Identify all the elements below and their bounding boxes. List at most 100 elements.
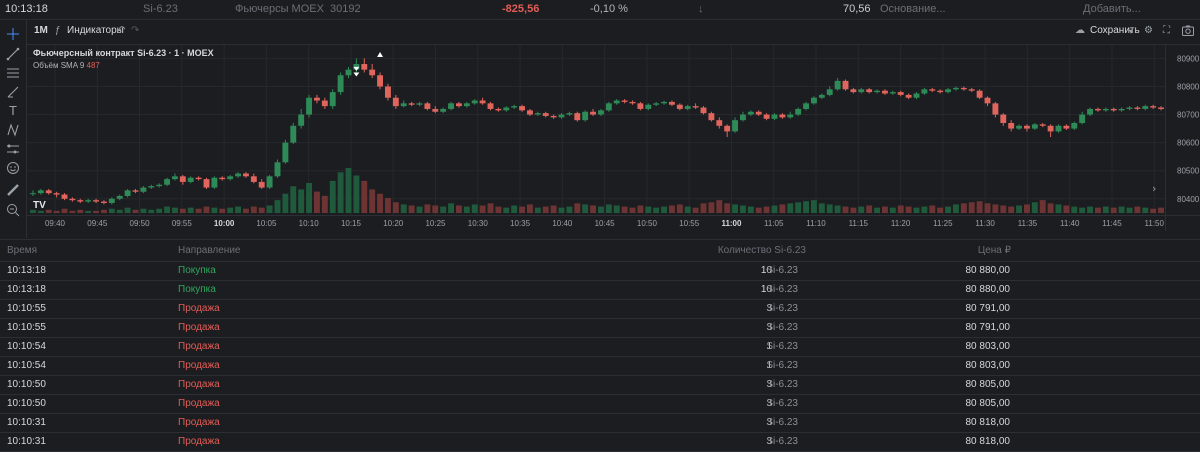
trend-line-icon[interactable] — [5, 46, 21, 62]
volume-bar — [227, 207, 234, 213]
candle-body — [235, 173, 241, 177]
clock: 10:13:18 — [5, 3, 48, 15]
time-tick-label: 11:50 — [1145, 219, 1165, 228]
volume-bar — [243, 208, 249, 213]
interval-button[interactable]: 1M — [34, 25, 48, 36]
table-row[interactable]: 10:10:54 Продажа 1 Si-6.23 80 803,00 — [0, 337, 1200, 357]
candle-body — [558, 114, 565, 118]
text-tool-icon[interactable]: T — [5, 103, 21, 119]
volume-bar — [85, 210, 92, 213]
undo-icon[interactable]: ↶ — [117, 25, 125, 36]
volume-bar — [258, 207, 265, 213]
cloud-icon: ☁ — [1075, 25, 1085, 36]
measure-icon[interactable] — [5, 141, 21, 157]
trade-direction: Продажа — [178, 303, 220, 314]
crosshair-icon[interactable] — [5, 26, 21, 42]
volume-bar — [219, 208, 226, 213]
candle-body — [866, 89, 873, 93]
volume-bar — [1016, 205, 1022, 213]
volume-bar — [905, 206, 912, 213]
time-tick-label: 11:40 — [1060, 219, 1080, 228]
volume-bar — [1031, 202, 1038, 213]
candle-body — [337, 75, 344, 93]
volume-bar — [77, 209, 84, 213]
candle-body — [1063, 125, 1070, 129]
table-row[interactable]: 10:10:54 Продажа 1 Si-6.23 80 803,00 — [0, 356, 1200, 376]
fullscreen-icon[interactable]: ⛶ — [1163, 25, 1170, 36]
zoom-icon[interactable] — [5, 202, 21, 218]
candle-body — [1158, 107, 1164, 109]
candle-body — [803, 103, 809, 109]
table-row[interactable]: 10:13:18 Покупка 10 Si-6.23 80 880,00 — [0, 280, 1200, 300]
candle-body — [361, 64, 368, 70]
redo-icon[interactable]: ↷ — [131, 25, 139, 36]
volume-bar — [479, 205, 486, 213]
price-chart[interactable]: 80900 80800 80700 80600 80500 80400 09:40 09:45… — [27, 45, 1200, 231]
chart-toolbar: 1M ƒ Индикаторы ↶ ↷ ☁ Сохранить ▾ ⚙ ⛶ — [27, 20, 1200, 45]
chart-canvas[interactable]: 80900 80800 80700 80600 80500 80400 09:40 09:45… — [27, 45, 1200, 231]
camera-icon[interactable] — [1182, 25, 1194, 39]
candle-body — [708, 113, 715, 121]
volume-bar — [235, 206, 241, 213]
volume-bar — [534, 207, 541, 213]
brush-icon[interactable] — [5, 84, 21, 100]
candle-body — [732, 120, 738, 132]
trade-direction: Продажа — [178, 379, 220, 390]
candle-body — [69, 198, 76, 201]
candle-body — [345, 69, 352, 76]
volume-bar — [953, 204, 959, 213]
candle-body — [653, 103, 660, 105]
time-tick-label: 11:35 — [1018, 219, 1038, 228]
add-field[interactable]: Добавить... — [1083, 3, 1141, 15]
candle-body — [945, 89, 951, 93]
volume-bar — [889, 207, 896, 213]
candle-body — [519, 106, 525, 111]
time-tick-label: 10:15 — [341, 219, 362, 228]
candle-body — [1110, 108, 1117, 111]
volume-bar — [448, 203, 454, 213]
table-row[interactable]: 10:13:18 Покупка 10 Si-6.23 80 880,00 — [0, 261, 1200, 281]
volume-bar — [976, 201, 983, 213]
ruler-icon[interactable] — [5, 182, 21, 198]
volume-bar — [1118, 206, 1125, 213]
save-menu-chevron-icon[interactable]: ▾ — [1129, 27, 1133, 36]
table-row[interactable]: 10:10:31 Продажа 3 Si-6.23 80 818,00 — [0, 413, 1200, 433]
arrow-down-icon: ↓ — [698, 3, 704, 15]
table-row[interactable]: 10:10:55 Продажа 3 Si-6.23 80 791,00 — [0, 318, 1200, 338]
emoji-icon[interactable] — [5, 160, 21, 176]
volume-bar — [298, 189, 305, 213]
settings-gear-icon[interactable]: ⚙ — [1144, 25, 1153, 36]
candle-body — [116, 195, 123, 199]
trade-price: 80 791,00 — [965, 322, 1011, 333]
volume-bar — [290, 186, 297, 213]
table-row[interactable]: 10:10:50 Продажа 3 Si-6.23 80 805,00 — [0, 375, 1200, 395]
volume-bar — [1142, 207, 1149, 213]
ticker-symbol[interactable]: Si-6.23 — [143, 3, 178, 15]
basis-field[interactable]: Основание... — [880, 3, 946, 15]
table-row[interactable]: 10:10:50 Продажа 3 Si-6.23 80 805,00 — [0, 394, 1200, 414]
volume-bar — [519, 206, 525, 213]
volume-bar — [463, 206, 470, 213]
candle-body — [913, 93, 920, 98]
price-tick-label: 80400 — [1177, 195, 1200, 204]
volume-bar — [156, 208, 163, 213]
volume-bar — [692, 207, 699, 213]
candle-body — [1126, 107, 1133, 109]
volume-bar — [274, 200, 281, 213]
col-price: Цена ₽ — [977, 245, 1011, 256]
table-row[interactable]: 10:10:55 Продажа 3 Si-6.23 80 791,00 — [0, 299, 1200, 319]
candle-body — [724, 125, 731, 132]
table-row[interactable]: 10:10:31 Продажа 3 Si-6.23 80 818,00 — [0, 432, 1200, 452]
time-tick-label: 09:50 — [130, 219, 151, 228]
scroll-right-icon[interactable]: › — [1152, 182, 1156, 195]
candle-body — [842, 80, 849, 90]
horizontal-lines-icon[interactable] — [5, 65, 21, 81]
candle-body — [243, 173, 249, 177]
volume-bar — [432, 205, 439, 213]
indicators-button[interactable]: Индикаторы — [67, 25, 124, 36]
trade-time: 10:10:31 — [7, 436, 46, 447]
candle-body — [787, 114, 794, 118]
pattern-icon[interactable] — [5, 122, 21, 138]
candle-body — [321, 100, 328, 107]
candle-body — [921, 89, 928, 94]
